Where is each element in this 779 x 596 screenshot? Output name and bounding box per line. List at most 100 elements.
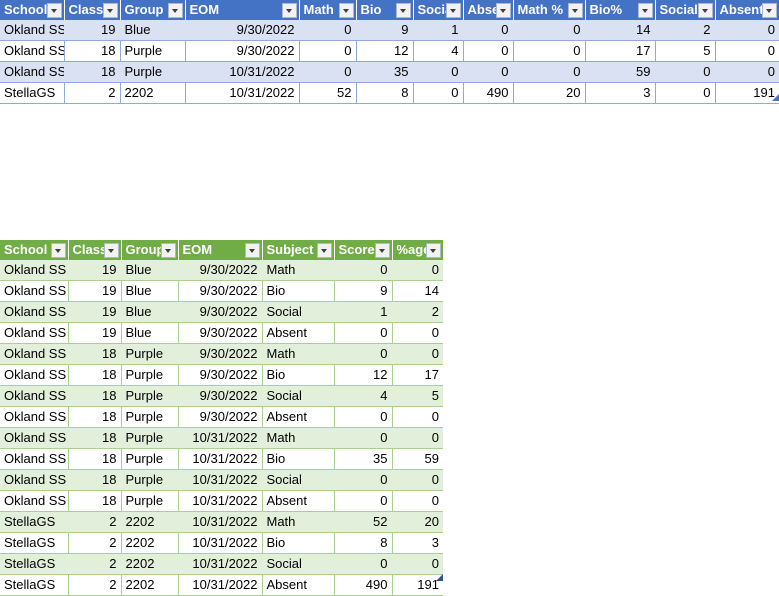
table-cell[interactable]: 18 <box>68 364 122 386</box>
table-cell[interactable]: 9/30/2022 <box>178 406 263 428</box>
table-cell[interactable]: Math <box>262 260 335 281</box>
table-cell[interactable]: Social <box>262 301 335 323</box>
table-cell[interactable]: 1 <box>413 20 464 41</box>
table-cell[interactable]: Okland SS <box>0 61 65 83</box>
table-cell[interactable]: 9 <box>356 20 414 41</box>
table-cell[interactable]: Math <box>262 343 335 365</box>
summary-column-header-class[interactable]: Class <box>64 0 121 20</box>
table-row[interactable]: StellaGS 2 2202 10/31/2022 52 8 0 490 20 3 0 191 <box>0 82 779 104</box>
summary-column-header-school[interactable]: School <box>0 0 65 20</box>
table-cell[interactable]: 0 <box>392 406 443 428</box>
table-cell[interactable]: Purple <box>120 40 186 62</box>
table-cell[interactable]: Okland SS <box>0 20 65 41</box>
table-cell[interactable]: 35 <box>356 61 414 83</box>
table-cell[interactable]: Math <box>262 427 335 449</box>
detail-column-header-group[interactable]: Group <box>121 240 179 260</box>
detail-column-header-class[interactable]: Class <box>68 240 122 260</box>
table-cell[interactable]: 10/31/2022 <box>178 532 263 554</box>
table-row[interactable]: Okland SS 18 Purple 9/30/2022 Absent 0 0 <box>0 406 443 428</box>
table-cell[interactable]: 52 <box>334 511 393 533</box>
table-cell[interactable]: 0 <box>299 20 357 41</box>
table-cell[interactable]: StellaGS <box>0 532 69 554</box>
filter-dropdown-icon[interactable] <box>316 243 332 258</box>
table-cell[interactable]: Absent <box>262 490 335 512</box>
table-cell[interactable]: 18 <box>68 448 122 470</box>
table-cell[interactable]: Okland SS <box>0 364 69 386</box>
table-cell[interactable]: 59 <box>392 448 443 470</box>
table-cell[interactable]: 10/31/2022 <box>178 427 263 449</box>
table-cell[interactable]: StellaGS <box>0 553 69 575</box>
table-cell[interactable]: 0 <box>513 20 586 41</box>
table-cell[interactable]: Purple <box>121 427 179 449</box>
filter-dropdown-icon[interactable] <box>167 3 183 18</box>
table-cell[interactable]: 18 <box>64 40 121 62</box>
table-cell[interactable]: 8 <box>356 82 414 104</box>
table-cell[interactable]: 17 <box>585 40 656 62</box>
table-cell[interactable]: 9/30/2022 <box>178 322 263 344</box>
table-cell[interactable]: 20 <box>392 511 443 533</box>
table-row[interactable]: Okland SS 19 Blue 9/30/2022 Absent 0 0 <box>0 322 443 344</box>
table-cell[interactable]: Okland SS <box>0 40 65 62</box>
table-cell[interactable]: Purple <box>121 448 179 470</box>
table-cell[interactable]: 3 <box>585 82 656 104</box>
table-cell[interactable]: 4 <box>334 385 393 407</box>
table-cell[interactable]: 9/30/2022 <box>178 343 263 365</box>
table-cell[interactable]: Absent <box>262 574 335 596</box>
table-cell[interactable]: 0 <box>392 427 443 449</box>
table-cell[interactable]: 191 <box>715 82 779 104</box>
summary-column-header-math[interactable]: Math % <box>513 0 586 20</box>
table-cell[interactable]: 0 <box>463 61 514 83</box>
table-cell[interactable]: 18 <box>68 385 122 407</box>
table-cell[interactable]: 52 <box>299 82 357 104</box>
table-cell[interactable]: 0 <box>715 40 779 62</box>
table-cell[interactable]: 18 <box>68 427 122 449</box>
table-cell[interactable]: 0 <box>392 322 443 344</box>
filter-dropdown-icon[interactable] <box>160 243 176 258</box>
table-cell[interactable]: 2202 <box>121 553 179 575</box>
detail-column-header-subject[interactable]: Subject <box>262 240 335 260</box>
summary-column-header-bio[interactable]: Bio% <box>585 0 656 20</box>
table-cell[interactable]: 19 <box>64 20 121 41</box>
summary-column-header-bio[interactable]: Bio <box>356 0 414 20</box>
filter-dropdown-icon[interactable] <box>567 3 583 18</box>
filter-dropdown-icon[interactable] <box>102 3 118 18</box>
detail-column-header-school[interactable]: School <box>0 240 69 260</box>
filter-dropdown-icon[interactable] <box>762 3 777 18</box>
table-cell[interactable]: Purple <box>121 490 179 512</box>
table-cell[interactable]: 0 <box>715 61 779 83</box>
filter-dropdown-icon[interactable] <box>374 243 390 258</box>
table-cell[interactable]: 9/30/2022 <box>178 364 263 386</box>
table-cell[interactable]: Purple <box>121 385 179 407</box>
table-cell[interactable]: 9/30/2022 <box>178 280 263 302</box>
table-cell[interactable]: 0 <box>413 61 464 83</box>
table-cell[interactable]: 0 <box>463 20 514 41</box>
filter-dropdown-icon[interactable] <box>445 3 461 18</box>
table-cell[interactable]: 0 <box>655 61 716 83</box>
table-row[interactable]: Okland SS 18 Purple 10/31/2022 Social 0 0 <box>0 469 443 491</box>
detail-table[interactable]: School Class Group EOM Subject Score %age Okla… <box>0 240 443 596</box>
table-cell[interactable]: 10/31/2022 <box>185 61 300 83</box>
filter-dropdown-icon[interactable] <box>281 3 297 18</box>
table-cell[interactable]: Okland SS <box>0 448 69 470</box>
table-cell[interactable]: 2202 <box>121 574 179 596</box>
table-row[interactable]: Okland SS 19 Blue 9/30/2022 Social 1 2 <box>0 301 443 323</box>
table-cell[interactable]: Bio <box>262 280 335 302</box>
table-cell[interactable]: 5 <box>392 385 443 407</box>
table-cell[interactable]: 0 <box>392 469 443 491</box>
table-cell[interactable]: 0 <box>392 490 443 512</box>
table-cell[interactable]: 18 <box>68 469 122 491</box>
table-cell[interactable]: Okland SS <box>0 322 69 344</box>
table-row[interactable]: Okland SS 18 Purple 10/31/2022 Absent 0 0 <box>0 490 443 512</box>
filter-dropdown-icon[interactable] <box>637 3 653 18</box>
table-cell[interactable]: 9/30/2022 <box>185 40 300 62</box>
table-row[interactable]: Okland SS 19 Blue 9/30/2022 0 9 1 0 0 14 2 0 <box>0 20 779 41</box>
table-row[interactable]: Okland SS 18 Purple 9/30/2022 Bio 12 17 <box>0 364 443 386</box>
table-cell[interactable]: 2 <box>68 574 122 596</box>
table-cell[interactable]: 10/31/2022 <box>185 82 300 104</box>
summary-column-header-math[interactable]: Math <box>299 0 357 20</box>
table-cell[interactable]: 3 <box>392 532 443 554</box>
summary-column-header-social[interactable]: Social% <box>655 0 716 20</box>
table-cell[interactable]: 19 <box>68 260 122 281</box>
table-cell[interactable]: Social <box>262 469 335 491</box>
table-cell[interactable]: 0 <box>463 40 514 62</box>
